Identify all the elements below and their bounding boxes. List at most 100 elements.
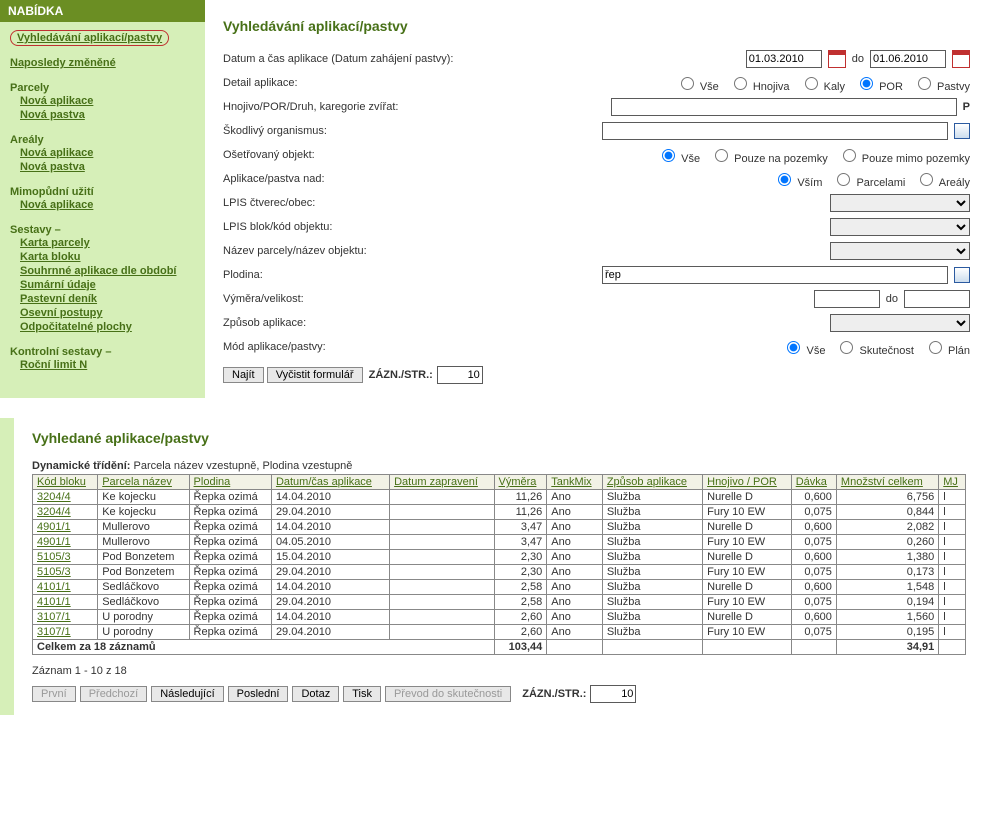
button-dotaz[interactable]: Dotaz xyxy=(292,686,339,702)
col-header-4[interactable]: Datum zapravení xyxy=(390,475,494,490)
select-lpis-ctverec[interactable] xyxy=(830,194,970,212)
sidebar-karta-parcely[interactable]: Karta parcely xyxy=(20,236,195,250)
table-row: 3204/4Ke kojeckuŘepka ozimá14.04.201011,… xyxy=(33,490,966,505)
block-code-link[interactable]: 3107/1 xyxy=(37,611,71,623)
block-code-link[interactable]: 4901/1 xyxy=(37,521,71,533)
lookup-plodina-icon[interactable] xyxy=(954,267,970,283)
radio-detail-4[interactable]: Pastvy xyxy=(913,74,970,93)
input-per-page-bottom[interactable] xyxy=(590,685,636,703)
label-mod: Mód aplikace/pastvy: xyxy=(223,341,543,353)
block-code-link[interactable]: 3107/1 xyxy=(37,626,71,638)
sort-desc: Parcela název vzestupně, Plodina vzestup… xyxy=(133,460,352,472)
table-row: 4901/1MullerovoŘepka ozimá04.05.20103,47… xyxy=(33,535,966,550)
col-header-0[interactable]: Kód bloku xyxy=(33,475,98,490)
button-vycistit[interactable]: Vyčistit formulář xyxy=(267,367,363,383)
select-zpusob[interactable] xyxy=(830,314,970,332)
button-najit[interactable]: Najít xyxy=(223,367,264,383)
sidebar-parcely-new-app[interactable]: Nová aplikace xyxy=(20,94,195,108)
results-title: Vyhledané aplikace/pastvy xyxy=(32,430,966,446)
label-detail: Detail aplikace: xyxy=(223,77,543,89)
label-datum: Datum a čas aplikace (Datum zahájení pas… xyxy=(223,53,543,65)
label-zpusob: Způsob aplikace: xyxy=(223,317,543,329)
sidebar-karta-bloku[interactable]: Karta bloku xyxy=(20,250,195,264)
col-header-1[interactable]: Parcela název xyxy=(98,475,189,490)
input-date-from[interactable] xyxy=(746,50,822,68)
input-date-to[interactable] xyxy=(870,50,946,68)
input-per-page-top[interactable] xyxy=(437,366,483,384)
label-hnojivo: Hnojivo/POR/Druh, karegorie zvířat: xyxy=(223,101,543,113)
block-code-link[interactable]: 5105/3 xyxy=(37,566,71,578)
button-tisk[interactable]: Tisk xyxy=(343,686,381,702)
table-row: 3204/4Ke kojeckuŘepka ozimá29.04.201011,… xyxy=(33,505,966,520)
sidebar-arealy-new-app[interactable]: Nová aplikace xyxy=(20,146,195,160)
button-first: První xyxy=(32,686,76,702)
radio-osetr-1[interactable]: Pouze na pozemky xyxy=(710,146,828,165)
radio-detail-2[interactable]: Kaly xyxy=(800,74,845,93)
radio-detail-3[interactable]: POR xyxy=(855,74,903,93)
block-code-link[interactable]: 3204/4 xyxy=(37,506,71,518)
select-lpis-blok[interactable] xyxy=(830,218,970,236)
results-table: Kód blokuParcela názevPlodinaDatum/čas a… xyxy=(32,474,966,655)
table-row: 4901/1MullerovoŘepka ozimá14.04.20103,47… xyxy=(33,520,966,535)
input-vymera-from[interactable] xyxy=(814,290,880,308)
footer-label: Celkem za 18 záznamů xyxy=(33,640,495,655)
col-header-3[interactable]: Datum/čas aplikace xyxy=(271,475,389,490)
input-hnojivo[interactable] xyxy=(611,98,957,116)
calendar-to-icon[interactable] xyxy=(952,50,970,68)
input-vymera-to[interactable] xyxy=(904,290,970,308)
radio-nad-0[interactable]: Vším xyxy=(773,170,822,189)
input-skodlivy[interactable] xyxy=(602,122,948,140)
block-code-link[interactable]: 4101/1 xyxy=(37,596,71,608)
block-code-link[interactable]: 4901/1 xyxy=(37,536,71,548)
col-header-2[interactable]: Plodina xyxy=(189,475,271,490)
sidebar-pastevni[interactable]: Pastevní deník xyxy=(20,292,195,306)
col-header-5[interactable]: Výměra xyxy=(494,475,547,490)
sidebar-rocni-limit[interactable]: Roční limit N xyxy=(20,358,195,372)
col-header-9[interactable]: Dávka xyxy=(791,475,836,490)
sidebar-search-apps[interactable]: Vyhledávání aplikací/pastvy xyxy=(17,31,162,45)
button-last[interactable]: Poslední xyxy=(228,686,289,702)
radio-mod-0[interactable]: Vše xyxy=(782,338,825,357)
sidebar-recent[interactable]: Naposledy změněné xyxy=(10,56,195,70)
sidebar-mimopudni-new-app[interactable]: Nová aplikace xyxy=(20,198,195,212)
button-next[interactable]: Následující xyxy=(151,686,223,702)
col-header-7[interactable]: Způsob aplikace xyxy=(602,475,702,490)
label-nazev-parcely: Název parcely/název objektu: xyxy=(223,245,543,257)
label-plodina: Plodina: xyxy=(223,269,543,281)
radio-mod-2[interactable]: Plán xyxy=(924,338,970,357)
select-nazev-parcely[interactable] xyxy=(830,242,970,260)
col-header-10[interactable]: Množství celkem xyxy=(836,475,938,490)
lookup-skodlivy-icon[interactable] xyxy=(954,123,970,139)
sidebar-sumarni[interactable]: Sumární údaje xyxy=(20,278,195,292)
label-vymera: Výměra/velikost: xyxy=(223,293,543,305)
label-zazn-str: ZÁZN./STR.: xyxy=(369,369,433,381)
sort-label: Dynamické třídění: xyxy=(32,460,130,472)
col-header-6[interactable]: TankMix xyxy=(547,475,603,490)
block-code-link[interactable]: 5105/3 xyxy=(37,551,71,563)
sidebar-osevni[interactable]: Osevní postupy xyxy=(20,306,195,320)
col-header-8[interactable]: Hnojivo / POR xyxy=(703,475,792,490)
radio-nad-2[interactable]: Areály xyxy=(915,170,970,189)
radio-osetr-0[interactable]: Vše xyxy=(657,146,700,165)
radio-detail-0[interactable]: Vše xyxy=(676,74,719,93)
label-lpis-blok: LPIS blok/kód objektu: xyxy=(223,221,543,233)
table-row: 5105/3Pod BonzetemŘepka ozimá29.04.20102… xyxy=(33,565,966,580)
sidebar-arealy-new-pastva[interactable]: Nová pastva xyxy=(20,160,195,174)
table-row: 3107/1U porodnyŘepka ozimá29.04.20102,60… xyxy=(33,625,966,640)
button-prev: Předchozí xyxy=(80,686,148,702)
radio-mod-1[interactable]: Skutečnost xyxy=(835,338,913,357)
label-skodlivy: Škodlivý organismus: xyxy=(223,125,543,137)
calendar-from-icon[interactable] xyxy=(828,50,846,68)
input-plodina[interactable] xyxy=(602,266,948,284)
sidebar-odpoc[interactable]: Odpočitatelné plochy xyxy=(20,320,195,334)
search-form: Vyhledávání aplikací/pastvy Datum a čas … xyxy=(205,0,984,398)
sidebar-parcely-new-pastva[interactable]: Nová pastva xyxy=(20,108,195,122)
col-header-11[interactable]: MJ xyxy=(939,475,966,490)
label-do: do xyxy=(852,53,864,65)
radio-osetr-2[interactable]: Pouze mimo pozemky xyxy=(838,146,970,165)
sidebar-souhrnne[interactable]: Souhrnné aplikace dle období xyxy=(20,264,195,278)
radio-detail-1[interactable]: Hnojiva xyxy=(729,74,790,93)
block-code-link[interactable]: 4101/1 xyxy=(37,581,71,593)
block-code-link[interactable]: 3204/4 xyxy=(37,491,71,503)
radio-nad-1[interactable]: Parcelami xyxy=(832,170,905,189)
